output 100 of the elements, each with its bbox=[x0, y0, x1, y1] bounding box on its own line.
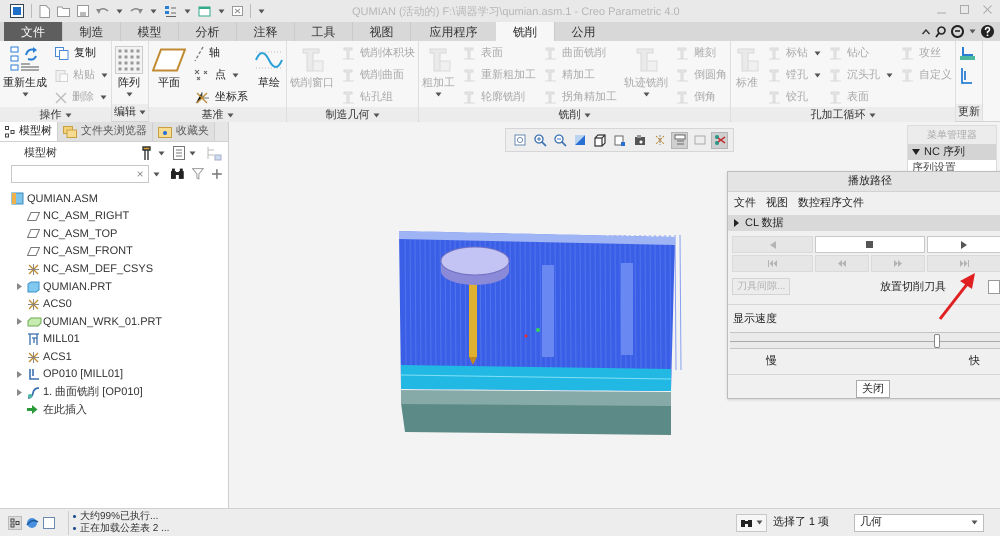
speed-slider[interactable] bbox=[730, 332, 1000, 349]
menu-item[interactable]: 文件 bbox=[734, 195, 756, 212]
expand-arrow-icon[interactable] bbox=[17, 371, 22, 378]
caret-icon bbox=[756, 520, 763, 525]
new-file-icon[interactable] bbox=[39, 4, 50, 18]
expand-arrow-icon[interactable] bbox=[17, 283, 22, 290]
ribbon-button[interactable]: 轴 bbox=[193, 44, 248, 63]
status-message: 正在加载公差表 2 ... bbox=[80, 522, 170, 534]
ribbon-button[interactable]: 重新生成 bbox=[3, 44, 47, 97]
tree-item[interactable]: QUMIAN_WRK_01.PRT bbox=[0, 313, 228, 331]
axis-icon bbox=[193, 46, 205, 62]
datum-plane-icon bbox=[27, 229, 40, 238]
filter-tree-icon[interactable] bbox=[206, 146, 222, 160]
add-icon[interactable] bbox=[212, 169, 222, 179]
menu-item[interactable]: 视图 bbox=[766, 195, 788, 212]
tree-item[interactable]: ACS0 bbox=[0, 296, 228, 314]
tool-icon bbox=[828, 68, 843, 83]
clear-search-icon[interactable]: × bbox=[136, 165, 144, 183]
section-header[interactable]: CL 数据 bbox=[728, 214, 1000, 232]
ribbon-button[interactable]: 点 bbox=[193, 66, 248, 85]
min-label: 慢 bbox=[766, 354, 777, 369]
toolpath-display-button[interactable] bbox=[711, 132, 728, 148]
first-step-icon bbox=[768, 260, 778, 268]
caret-icon bbox=[814, 73, 821, 78]
collapse-ribbon-icon[interactable] bbox=[922, 28, 930, 34]
slider-thumb[interactable] bbox=[934, 334, 940, 348]
help-icon[interactable] bbox=[981, 25, 994, 38]
insert-arrow-icon bbox=[27, 405, 38, 414]
tree-item[interactable]: QUMIAN.PRT bbox=[0, 278, 228, 296]
paste-icon bbox=[54, 68, 69, 83]
toolpath-display-icon bbox=[712, 133, 726, 147]
find-button[interactable] bbox=[736, 514, 767, 532]
stop-button[interactable] bbox=[815, 236, 925, 254]
ribbon-button[interactable]: 复制 bbox=[54, 44, 108, 63]
tree-item[interactable]: NC_ASM_DEF_CSYS bbox=[0, 260, 228, 278]
filter-dropdown[interactable]: 几何 bbox=[854, 514, 984, 532]
tree-item[interactable]: ACS1 bbox=[0, 348, 228, 366]
coordinate-system-icon bbox=[27, 298, 40, 311]
ribbon-button[interactable]: 平面 bbox=[152, 44, 186, 89]
tree-icon[interactable] bbox=[8, 516, 22, 530]
copy-icon bbox=[54, 46, 70, 61]
menu-item[interactable]: 数控程序文件 bbox=[798, 195, 864, 212]
ribbon-button[interactable]: 草绘 bbox=[255, 44, 283, 89]
close-icon[interactable] bbox=[983, 5, 992, 14]
save-icon[interactable] bbox=[77, 5, 89, 17]
tree-item[interactable]: NC_ASM_TOP bbox=[0, 225, 228, 243]
panel-tab[interactable]: 模型树 bbox=[0, 122, 58, 141]
annotation-display-button[interactable] bbox=[671, 132, 688, 148]
caret-icon bbox=[150, 8, 157, 14]
list-icon[interactable] bbox=[173, 146, 185, 160]
checkbox[interactable] bbox=[988, 280, 1000, 294]
close-button[interactable]: 关闭 bbox=[856, 380, 890, 398]
tool-icon bbox=[462, 68, 477, 83]
panel-tab[interactable]: 收藏夹 bbox=[153, 122, 215, 141]
filter-icon[interactable] bbox=[192, 168, 204, 180]
caret-icon bbox=[372, 112, 380, 118]
tree-item[interactable]: QUMIAN.ASM bbox=[0, 190, 228, 208]
datum-plane-icon bbox=[27, 212, 40, 221]
caret-icon bbox=[258, 8, 265, 14]
search-icon[interactable] bbox=[935, 26, 946, 38]
favorites-folder-icon bbox=[158, 126, 172, 138]
bullet-icon bbox=[73, 527, 76, 530]
expand-arrow-icon[interactable] bbox=[17, 318, 22, 326]
refit-icon bbox=[512, 133, 526, 147]
open-folder-icon[interactable] bbox=[57, 5, 70, 17]
caret-icon bbox=[584, 112, 590, 118]
caret-icon bbox=[969, 29, 976, 34]
window-icon[interactable] bbox=[198, 4, 211, 18]
tree-item[interactable]: NC_ASM_FRONT bbox=[0, 242, 228, 260]
redo-icon[interactable] bbox=[130, 6, 143, 16]
dialog-title: 播放路径 bbox=[848, 174, 892, 190]
maximize-icon[interactable] bbox=[960, 5, 969, 14]
undo-icon[interactable] bbox=[96, 6, 109, 16]
caret-icon bbox=[232, 73, 239, 78]
binoculars-icon[interactable] bbox=[170, 168, 184, 180]
zoom-in-icon bbox=[532, 133, 546, 147]
ribbon-button[interactable]: 坐标系 bbox=[193, 88, 248, 107]
tool-path-icon[interactable] bbox=[959, 44, 976, 63]
tree-item[interactable]: OP010 [MILL01] bbox=[0, 366, 228, 384]
ribbon-tab[interactable]: 文件 bbox=[4, 22, 62, 41]
search-field[interactable]: × bbox=[11, 165, 149, 183]
caret-icon bbox=[189, 150, 196, 156]
full-screen-icon[interactable] bbox=[42, 516, 56, 530]
group-label[interactable]: 编辑 bbox=[112, 104, 148, 121]
close-window-icon[interactable] bbox=[232, 6, 243, 16]
group-label[interactable]: 更新 bbox=[956, 104, 982, 121]
caret-icon bbox=[218, 8, 225, 14]
tree-item[interactable]: 在此插入 bbox=[0, 401, 228, 419]
panel-tab[interactable]: 文件夹浏览器 bbox=[58, 122, 153, 141]
tree-item[interactable]: NC_ASM_RIGHT bbox=[0, 208, 228, 226]
status-message: 大约99%已执行... bbox=[80, 510, 158, 522]
ribbon-button[interactable]: 阵列 bbox=[115, 44, 143, 97]
tree-item[interactable]: MILL01 bbox=[0, 330, 228, 348]
caret-icon bbox=[158, 150, 165, 156]
browser-icon[interactable] bbox=[25, 516, 39, 530]
datum-plane-icon bbox=[27, 247, 40, 256]
expand-arrow-icon[interactable] bbox=[17, 388, 22, 396]
tree-item[interactable]: 1. 曲面铣削 [OP010] bbox=[0, 384, 228, 402]
menu-item[interactable]: NC 序列 bbox=[908, 144, 996, 160]
ribbon-tab[interactable]: 铣削 bbox=[496, 22, 554, 41]
